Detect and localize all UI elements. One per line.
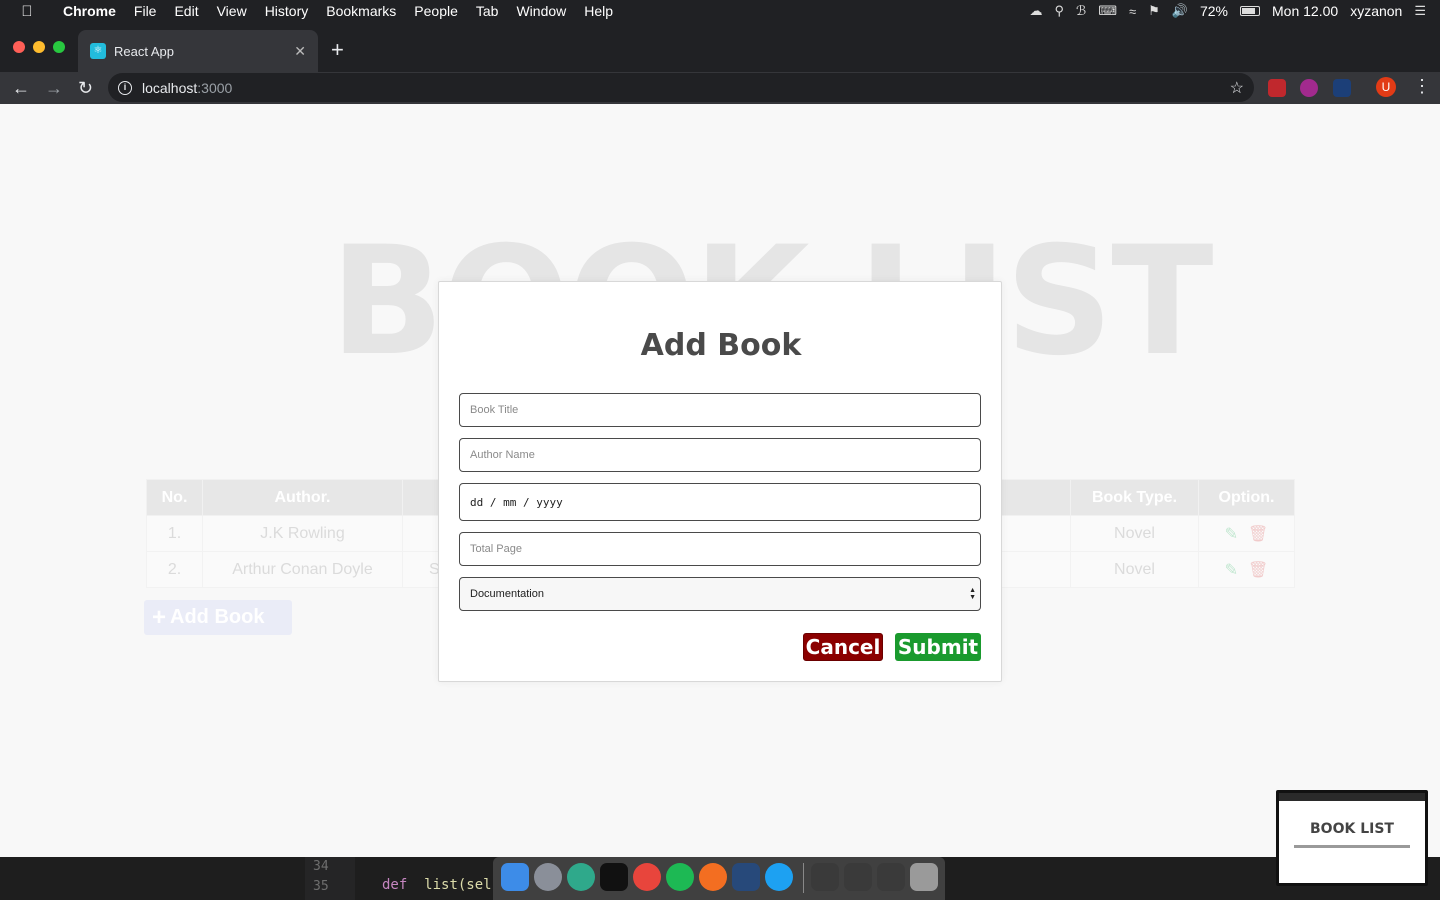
menu-people[interactable]: People — [405, 3, 467, 19]
keyboard-icon[interactable]: ⌨ — [1098, 3, 1117, 19]
reload-icon[interactable]: ↻ — [78, 76, 93, 100]
menu-tab[interactable]: Tab — [467, 3, 508, 19]
bluetooth-icon[interactable]: ℬ — [1076, 3, 1086, 19]
browser-toolbar: ← → ↻ i localhost:3000 ☆ U ⋮ — [0, 72, 1440, 104]
tab-react-app[interactable]: ⚛ React App ✕ — [78, 30, 318, 72]
add-book-modal: Add Book Book Title Author Name dd / mm … — [438, 281, 1002, 682]
back-arrow-icon[interactable]: ← — [12, 76, 30, 100]
chrome-menu-icon[interactable]: ⋮ — [1413, 76, 1431, 97]
thumbnail-bar — [1279, 793, 1425, 801]
screenshot-thumbnail[interactable]: BOOK LIST — [1276, 790, 1428, 886]
extension-2-icon[interactable] — [1300, 79, 1318, 97]
date-input[interactable]: dd / mm / yyyy — [459, 483, 981, 521]
spotify-icon[interactable] — [666, 863, 694, 891]
book-type-selected: Documentation — [470, 588, 544, 600]
address-bar[interactable]: i localhost:3000 ☆ — [108, 73, 1254, 102]
postman-icon[interactable] — [699, 863, 727, 891]
total-page-placeholder: Total Page — [470, 543, 522, 555]
maximize-window-button[interactable] — [53, 41, 65, 53]
menu-app-name[interactable]: Chrome — [54, 3, 125, 19]
user-name[interactable]: xyzanon — [1350, 3, 1402, 19]
mysql-workbench-icon[interactable] — [732, 863, 760, 891]
terminal-icon[interactable] — [600, 863, 628, 891]
notification-center-icon[interactable]: ☰ — [1414, 3, 1426, 19]
clock[interactable]: Mon 12.00 — [1272, 3, 1338, 19]
url-port: :3000 — [197, 79, 233, 96]
page-viewport: BOOK LIST No. Author. Page. Book Type. O… — [0, 104, 1440, 857]
volume-icon[interactable]: 🔊 — [1172, 3, 1188, 19]
bookmark-star-icon[interactable]: ☆ — [1230, 78, 1244, 98]
macos-dock — [493, 857, 945, 900]
menu-help[interactable]: Help — [575, 3, 622, 19]
forward-arrow-icon[interactable]: → — [45, 76, 63, 100]
react-favicon-icon: ⚛ — [90, 43, 106, 59]
minimize-window-button[interactable] — [33, 41, 45, 53]
trash-bin-icon[interactable] — [910, 863, 938, 891]
extension-1-icon[interactable] — [1268, 79, 1286, 97]
thumbnail-table — [1294, 845, 1410, 853]
date-placeholder: dd / mm / yyyy — [470, 495, 563, 509]
code-function: list(sel — [424, 877, 492, 893]
editor-line-numbers: 34 35 — [305, 857, 355, 900]
menu-bookmarks[interactable]: Bookmarks — [317, 3, 405, 19]
minimized-window-2-icon[interactable] — [844, 863, 872, 891]
author-name-input[interactable]: Author Name — [459, 438, 981, 472]
creative-cloud-icon[interactable]: ☁ — [1029, 3, 1042, 19]
new-tab-icon[interactable]: + — [331, 39, 344, 61]
tab-strip: ⚛ React App ✕ + — [0, 22, 1440, 72]
menu-window[interactable]: Window — [507, 3, 575, 19]
battery-percent: 72% — [1199, 3, 1229, 19]
line-number: 34 — [313, 859, 329, 874]
cancel-button[interactable]: Cancel — [803, 633, 883, 661]
editor-code-line: def list(sel — [382, 877, 492, 893]
spotlight-search-icon[interactable]: ⚲ — [1054, 3, 1064, 19]
line-number: 35 — [313, 879, 329, 894]
flag-icon[interactable]: ⚑ — [1148, 3, 1160, 19]
code-keyword: def — [382, 877, 408, 893]
macos-menu-bar:  Chrome File Edit View History Bookmark… — [0, 0, 1440, 22]
site-info-icon[interactable]: i — [118, 80, 132, 95]
minimized-window-1-icon[interactable] — [811, 863, 839, 891]
close-window-button[interactable] — [13, 41, 25, 53]
wifi-icon[interactable]: ≈ — [1129, 4, 1136, 19]
minimized-window-3-icon[interactable] — [877, 863, 905, 891]
atom-icon[interactable] — [567, 863, 595, 891]
submit-button[interactable]: Submit — [895, 633, 981, 661]
finder-icon[interactable] — [501, 863, 529, 891]
author-name-placeholder: Author Name — [470, 449, 535, 461]
book-title-placeholder: Book Title — [470, 404, 519, 416]
book-title-input[interactable]: Book Title — [459, 393, 981, 427]
dock-separator — [803, 863, 804, 893]
close-tab-icon[interactable]: ✕ — [294, 43, 306, 60]
menu-file[interactable]: File — [125, 3, 166, 19]
extension-3-icon[interactable] — [1333, 79, 1351, 97]
total-page-input[interactable]: Total Page — [459, 532, 981, 566]
menu-edit[interactable]: Edit — [165, 3, 207, 19]
tab-title: React App — [114, 43, 174, 59]
apple-menu-icon[interactable]:  — [0, 3, 54, 20]
book-type-select[interactable]: Documentation ▲ ▼ — [459, 577, 981, 611]
menu-history[interactable]: History — [256, 3, 318, 19]
menu-view[interactable]: View — [208, 3, 256, 19]
modal-title: Add Book — [640, 328, 802, 363]
url-host: localhost — [142, 79, 198, 96]
profile-avatar[interactable]: U — [1376, 77, 1396, 97]
select-arrows-icon: ▲ ▼ — [969, 587, 976, 601]
twitter-icon[interactable] — [765, 863, 793, 891]
launchpad-icon[interactable] — [534, 863, 562, 891]
battery-icon[interactable] — [1240, 6, 1261, 16]
thumbnail-title: BOOK LIST — [1310, 821, 1394, 837]
chrome-icon[interactable] — [633, 863, 661, 891]
